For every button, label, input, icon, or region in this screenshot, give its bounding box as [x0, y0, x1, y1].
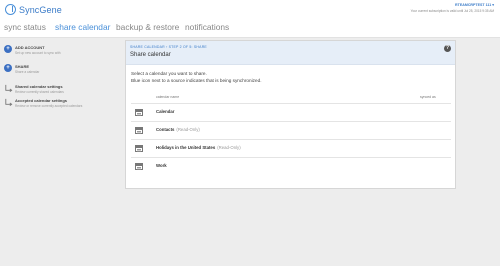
calendar-icon — [135, 145, 143, 152]
instruction-line: Blue icon next to a source indicates tha… — [131, 77, 262, 83]
main-nav: sync status share calendar backup & rest… — [0, 21, 500, 38]
calendar-row[interactable]: Holidays in the United States (Read-Only) — [131, 141, 451, 157]
calendar-row[interactable]: Calendar — [131, 105, 451, 121]
calendar-row[interactable]: Contacts (Read-Only) — [131, 123, 451, 139]
sidebar-item-desc: Review or remove currently accepted cale… — [15, 104, 83, 108]
calendar-icon — [135, 163, 143, 170]
card-header: SHARE CALENDAR › STEP 2 OF 5: SHARE Shar… — [126, 41, 455, 65]
sidebar-item-desc: Review currently shared calendars — [15, 90, 64, 94]
divider — [131, 103, 451, 104]
divider — [131, 157, 451, 158]
divider — [131, 121, 451, 122]
tab-backup-restore[interactable]: backup & restore — [116, 22, 179, 32]
share-calendar-card: SHARE CALENDAR › STEP 2 OF 5: SHARE Shar… — [125, 40, 456, 189]
plus-icon: + — [4, 45, 12, 53]
sidebar-item-title: SHARE — [15, 64, 30, 69]
sidebar-item-desc: Share a calendar — [15, 70, 40, 74]
calendar-row[interactable]: Work — [131, 159, 451, 175]
calendar-icon — [135, 109, 143, 116]
sidebar-item-title: ADD ACCOUNT — [15, 45, 45, 50]
plus-icon: + — [4, 64, 12, 72]
calendar-name: Work — [156, 163, 167, 168]
step-breadcrumb: SHARE CALENDAR › STEP 2 OF 5: SHARE — [130, 45, 207, 49]
tab-share-calendar[interactable]: share calendar — [55, 22, 110, 32]
account-menu[interactable]: RTEAMCRPTEST 111 ▾ — [411, 3, 494, 7]
logo-text: SyncGene — [19, 4, 62, 15]
instructions: Select a calendar you want to share. Blu… — [131, 71, 262, 84]
app-header: SyncGene RTEAMCRPTEST 111 ▾ Your current… — [0, 0, 500, 21]
page-title: Share calendar — [130, 52, 171, 58]
calendar-name: Contacts — [156, 127, 175, 132]
column-header-synced-as: synced as — [420, 95, 436, 99]
sidebar-item-title: Accepted calendar settings — [15, 98, 68, 103]
readonly-label: (Read-Only) — [176, 127, 200, 132]
arrow-down-right-icon — [5, 98, 13, 107]
account-info: RTEAMCRPTEST 111 ▾ Your current subscrip… — [411, 3, 494, 13]
calendar-name: Holidays in the United States — [156, 145, 216, 150]
logo[interactable]: SyncGene — [5, 4, 62, 15]
sidebar-item-desc: Set up new account to sync with — [15, 51, 61, 55]
arrow-down-right-icon — [5, 84, 13, 93]
calendar-name: Calendar — [156, 109, 175, 114]
tab-notifications[interactable]: notifications — [185, 22, 229, 32]
sidebar-item-title: Shared calendar settings — [15, 84, 63, 89]
help-icon[interactable]: ? — [444, 45, 451, 52]
syncgene-logo-icon — [5, 4, 16, 15]
calendar-icon — [135, 127, 143, 134]
readonly-label: (Read-Only) — [217, 145, 241, 150]
divider — [131, 139, 451, 140]
column-header-calendar-name: calendar name — [156, 95, 180, 99]
subscription-text: Your current subscription is valid until… — [410, 9, 494, 13]
tab-sync-status[interactable]: sync status — [4, 22, 46, 32]
